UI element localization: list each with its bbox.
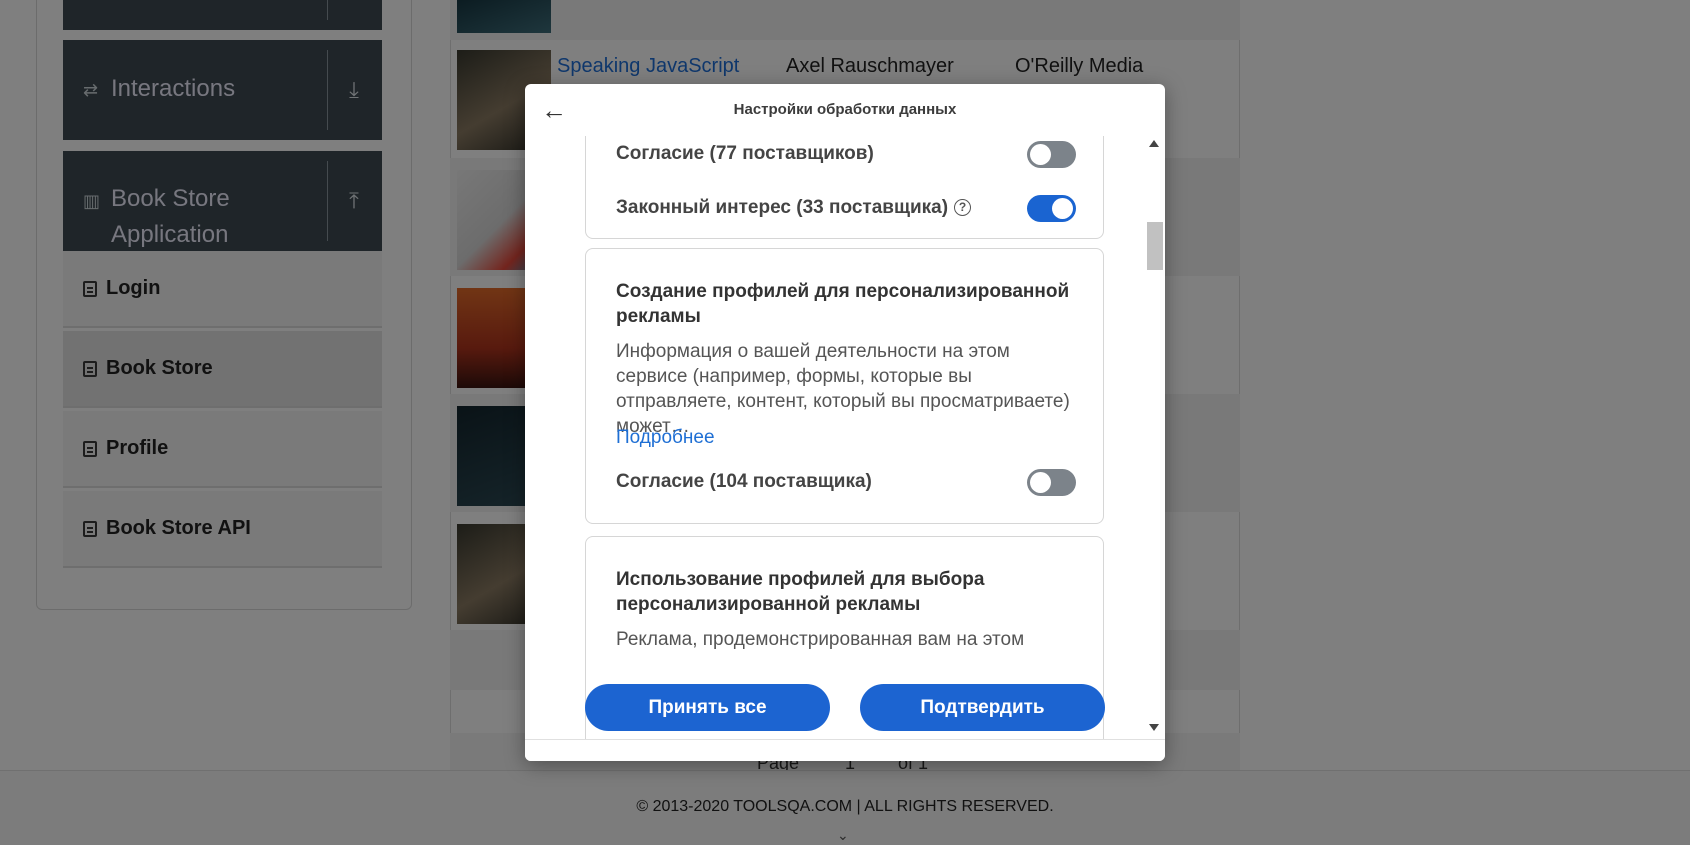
legitimate-interest-text: Законный интерес (33 поставщика) <box>616 197 949 218</box>
arrow-left-icon[interactable]: ← <box>539 96 569 126</box>
purpose-title: Создание профилей для персонализированно… <box>616 281 1070 327</box>
dialog-scrollbar[interactable] <box>1145 136 1165 739</box>
consent-toggle[interactable] <box>1027 469 1076 496</box>
consent-label: Согласие (104 поставщика) <box>616 471 872 492</box>
dialog-header: ← Настройки обработки данных <box>525 84 1165 136</box>
consent-option: Согласие (77 поставщиков) <box>616 141 1076 169</box>
purpose-card-previous: Согласие (77 поставщиков) Законный интер… <box>585 136 1104 239</box>
legitimate-interest-toggle[interactable] <box>1027 195 1076 222</box>
scroll-up-arrow-icon[interactable] <box>1149 140 1159 147</box>
consent-toggle[interactable] <box>1027 141 1076 168</box>
purpose-description: Реклама, продемонстрированная вам на это… <box>616 629 1025 650</box>
legitimate-interest-option: Законный интерес (33 поставщика)? <box>616 195 1076 223</box>
accept-all-button[interactable]: Принять все <box>585 684 830 731</box>
purpose-card-personalised-ads-profile: Создание профилей для персонализированно… <box>585 248 1104 524</box>
consent-label: Согласие (77 поставщиков) <box>616 143 874 164</box>
scroll-down-arrow-icon[interactable] <box>1149 724 1159 731</box>
legitimate-interest-label: Законный интерес (33 поставщика)? <box>616 197 972 219</box>
purpose-description: Информация о вашей деятельности на этом … <box>616 341 1070 437</box>
data-processing-settings-dialog: ← Настройки обработки данных Согласие (7… <box>525 84 1165 761</box>
dialog-scroll-area[interactable]: Согласие (77 поставщиков) Законный интер… <box>525 136 1165 739</box>
scrollbar-thumb[interactable] <box>1147 222 1163 270</box>
question-circle-icon[interactable]: ? <box>954 199 972 216</box>
dialog-footer <box>525 740 1165 761</box>
dialog-title: Настройки обработки данных <box>733 101 957 118</box>
consent-option: Согласие (104 поставщика) <box>616 469 1076 497</box>
confirm-button[interactable]: Подтвердить <box>860 684 1105 731</box>
purpose-title: Использование профилей для выбора персон… <box>616 569 985 615</box>
more-info-link[interactable]: Подробнее <box>616 427 715 449</box>
